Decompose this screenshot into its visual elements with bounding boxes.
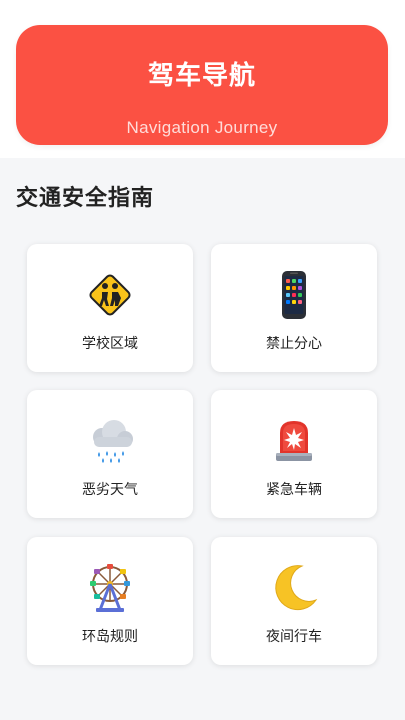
guide-card-bad-weather[interactable]: 恶劣天气 <box>27 390 193 518</box>
section-title: 交通安全指南 <box>16 186 155 211</box>
guide-card-school-zone[interactable]: 学校区域 <box>27 244 193 372</box>
app-screen: 驾车导航 Navigation Journey 交通安全指南 学校区域 禁止分心… <box>0 0 405 720</box>
card-label: 学校区域 <box>82 336 138 352</box>
guide-card-night-driving[interactable]: 夜间行车 <box>211 537 377 665</box>
app-subtitle: Navigation Journey <box>126 118 278 137</box>
ferris-wheel-icon <box>27 562 193 614</box>
guide-card-roundabout-rules[interactable]: 环岛规则 <box>27 537 193 665</box>
guide-card-no-distraction[interactable]: 禁止分心 <box>211 244 377 372</box>
emergency-siren-icon <box>211 415 377 467</box>
guide-card-emergency-vehicles[interactable]: 紧急车辆 <box>211 390 377 518</box>
app-title: 驾车导航 <box>147 61 256 91</box>
rain-cloud-icon <box>27 415 193 467</box>
header-banner: 驾车导航 Navigation Journey <box>16 25 388 145</box>
card-label: 紧急车辆 <box>266 482 322 498</box>
mobile-phone-icon <box>211 269 377 321</box>
card-label: 环岛规则 <box>82 629 138 645</box>
card-label: 夜间行车 <box>266 629 322 645</box>
school-crossing-sign-icon <box>27 269 193 321</box>
card-label: 禁止分心 <box>266 336 322 352</box>
crescent-moon-icon <box>211 562 377 614</box>
card-label: 恶劣天气 <box>82 482 138 498</box>
